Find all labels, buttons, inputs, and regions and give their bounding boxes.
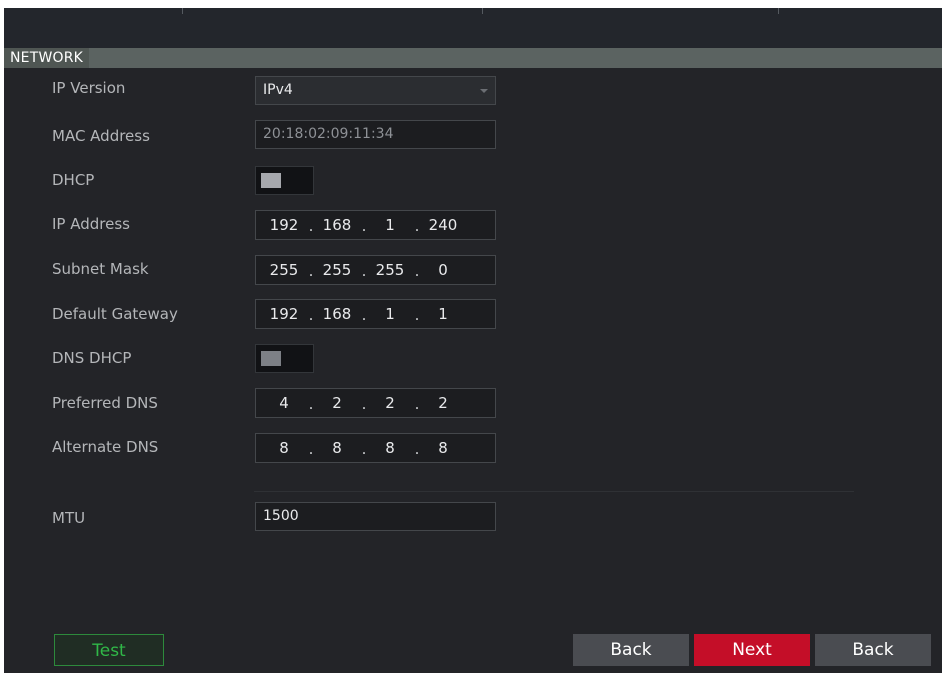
dhcp-toggle[interactable]: [255, 166, 314, 195]
section-title: NETWORK: [4, 48, 90, 68]
preferred-dns-field[interactable]: 4 . 2 . 2 . 2: [255, 388, 496, 418]
ip-separator: .: [308, 395, 314, 413]
mtu-input[interactable]: 1500: [255, 502, 496, 531]
next-button[interactable]: Next: [694, 634, 810, 666]
section-header-bar: [4, 48, 942, 68]
subnet-mask-octet-3: 255: [375, 261, 405, 279]
default-gateway-octet-4: 1: [438, 305, 448, 323]
back-button[interactable]: Back: [573, 634, 689, 666]
top-strip: [4, 8, 942, 48]
ip-separator: .: [361, 440, 367, 458]
ip-version-value: IPv4: [263, 82, 293, 98]
subnet-mask-field[interactable]: 255 . 255 . 255 . 0: [255, 255, 496, 285]
preferred-dns-octet-1: 4: [279, 394, 289, 412]
ip-separator: .: [414, 217, 420, 235]
dhcp-toggle-knob: [261, 173, 281, 188]
ip-separator: .: [361, 217, 367, 235]
ip-separator: .: [414, 306, 420, 324]
ip-separator: .: [308, 440, 314, 458]
test-button[interactable]: Test: [54, 634, 164, 666]
mac-address-label: MAC Address: [52, 127, 150, 145]
alternate-dns-octet-2: 8: [332, 439, 342, 457]
subnet-mask-octet-4: 0: [438, 261, 448, 279]
default-gateway-octet-2: 168: [322, 305, 352, 323]
default-gateway-field[interactable]: 192 . 168 . 1 . 1: [255, 299, 496, 329]
mac-address-field: 20:18:02:09:11:34: [255, 120, 496, 149]
alternate-dns-octet-1: 8: [279, 439, 289, 457]
ip-separator: .: [414, 262, 420, 280]
dns-dhcp-toggle[interactable]: [255, 344, 314, 373]
default-gateway-octet-1: 192: [269, 305, 299, 323]
preferred-dns-octet-3: 2: [385, 394, 395, 412]
default-gateway-octet-3: 1: [385, 305, 395, 323]
ip-separator: .: [308, 217, 314, 235]
alternate-dns-field[interactable]: 8 . 8 . 8 . 8: [255, 433, 496, 463]
subnet-mask-label: Subnet Mask: [52, 260, 149, 278]
ip-separator: .: [414, 395, 420, 413]
ip-address-field[interactable]: 192 . 168 . 1 . 240: [255, 210, 496, 240]
ip-version-select[interactable]: IPv4: [255, 76, 496, 105]
dns-dhcp-toggle-knob: [261, 351, 281, 366]
ip-address-label: IP Address: [52, 215, 130, 233]
ip-address-octet-2: 168: [322, 216, 352, 234]
ip-separator: .: [361, 262, 367, 280]
ip-version-label: IP Version: [52, 79, 126, 97]
ip-address-octet-1: 192: [269, 216, 299, 234]
ip-address-octet-4: 240: [428, 216, 458, 234]
alternate-dns-octet-4: 8: [438, 439, 448, 457]
ip-address-octet-3: 1: [385, 216, 395, 234]
top-divider-tick: [482, 8, 483, 14]
top-divider-tick: [182, 8, 183, 14]
preferred-dns-octet-2: 2: [332, 394, 342, 412]
top-divider-tick: [778, 8, 779, 14]
ip-separator: .: [414, 440, 420, 458]
subnet-mask-octet-2: 255: [322, 261, 352, 279]
default-gateway-label: Default Gateway: [52, 305, 178, 323]
alternate-dns-label: Alternate DNS: [52, 438, 159, 456]
preferred-dns-label: Preferred DNS: [52, 394, 158, 412]
preferred-dns-octet-4: 2: [438, 394, 448, 412]
dhcp-label: DHCP: [52, 171, 95, 189]
ip-separator: .: [308, 262, 314, 280]
subnet-mask-octet-1: 255: [269, 261, 299, 279]
ip-separator: .: [361, 395, 367, 413]
network-setup-screen: NETWORK IP Version IPv4 MAC Address 20:1…: [4, 8, 942, 673]
mtu-label: MTU: [52, 509, 86, 527]
alternate-dns-octet-3: 8: [385, 439, 395, 457]
ip-separator: .: [308, 306, 314, 324]
section-divider: [254, 491, 854, 492]
ip-separator: .: [361, 306, 367, 324]
dns-dhcp-label: DNS DHCP: [52, 349, 132, 367]
back-button-secondary[interactable]: Back: [815, 634, 931, 666]
chevron-down-icon: [480, 89, 488, 93]
